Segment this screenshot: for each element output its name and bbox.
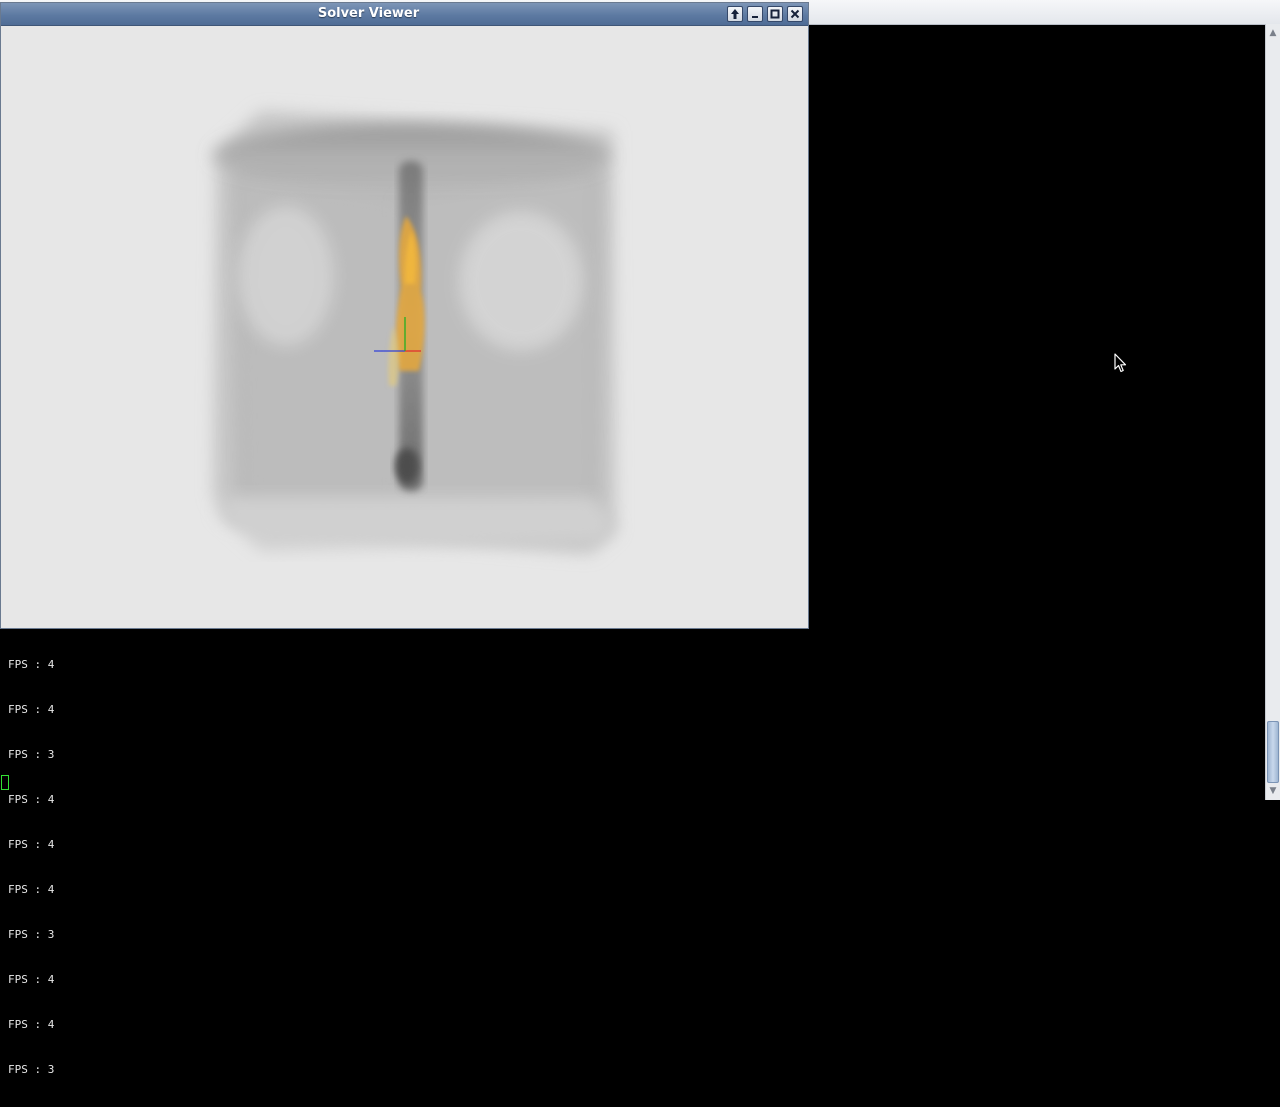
solver-viewer-window: Solver Viewer [0,2,809,629]
terminal-line: FPS : 4 [8,883,55,896]
close-button[interactable] [787,6,803,22]
close-icon [790,9,800,19]
minimize-button[interactable] [747,6,763,22]
terminal-line: FPS : 3 [8,928,55,941]
terminal-line: FPS : 4 [8,973,55,986]
scroll-down-arrow-icon[interactable]: ▼ [1266,784,1280,798]
smoke-simulation-render [211,111,616,554]
terminal-line: FPS : 4 [8,703,55,716]
viewer-titlebar[interactable]: Solver Viewer [1,3,808,26]
terminal-line: FPS : 4 [8,838,55,851]
maximize-button[interactable] [767,6,783,22]
raise-window-button[interactable] [727,6,743,22]
window-title: Solver Viewer [317,6,420,21]
3d-viewport[interactable] [1,26,808,628]
terminal-line: FPS : 3 [8,1063,55,1076]
scroll-up-arrow-icon[interactable]: ▲ [1266,26,1280,40]
terminal-line: FPS : 4 [8,658,55,671]
minimize-icon [752,16,758,18]
arrow-up-icon [731,9,739,19]
mouse-pointer-icon [1114,353,1127,373]
terminal-cursor [1,775,9,790]
maximize-icon [770,9,780,19]
terminal-scrollbar[interactable]: ▲ ▼ [1265,24,1280,800]
scrollbar-thumb[interactable] [1267,721,1279,783]
terminal-line: FPS : 3 [8,748,55,761]
terminal-output: FPS : 4 FPS : 4 FPS : 3 FPS : 4 FPS : 4 … [8,627,54,1107]
terminal-line: FPS : 4 [8,1018,55,1031]
